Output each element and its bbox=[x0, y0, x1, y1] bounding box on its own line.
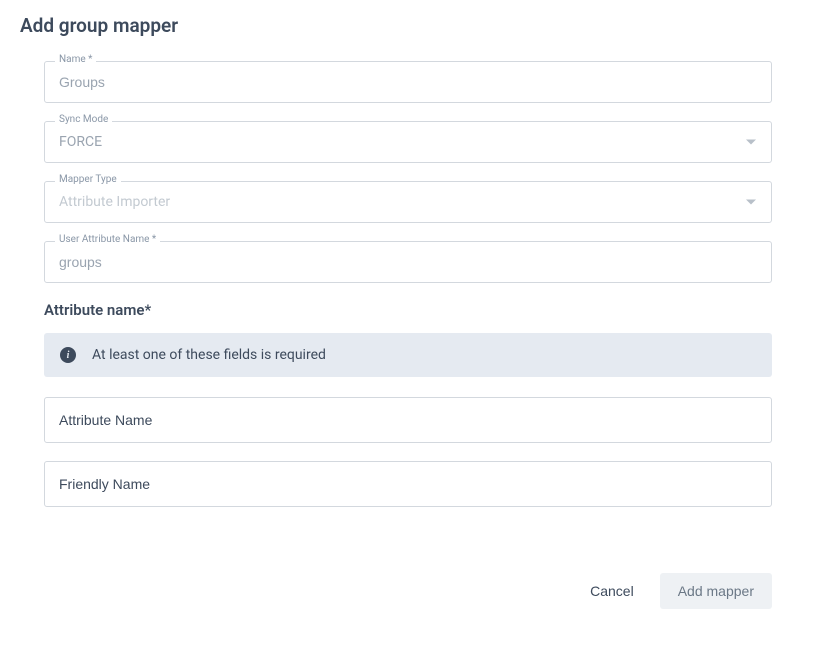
form-container: Name * Sync Mode FORCE Mapper Type Attri… bbox=[20, 61, 796, 609]
user-attribute-name-input[interactable] bbox=[44, 241, 772, 283]
actions-bar: Cancel Add mapper bbox=[44, 573, 772, 609]
add-mapper-button[interactable]: Add mapper bbox=[660, 573, 772, 609]
user-attribute-name-label: User Attribute Name * bbox=[55, 234, 160, 245]
info-text: At least one of these fields is required bbox=[92, 347, 326, 363]
info-banner: i At least one of these fields is requir… bbox=[44, 333, 772, 377]
name-field-wrapper: Name * bbox=[44, 61, 772, 103]
name-label: Name * bbox=[55, 54, 96, 65]
attribute-name-section-label: Attribute name* bbox=[44, 301, 772, 319]
mapper-type-label: Mapper Type bbox=[55, 174, 121, 185]
info-icon: i bbox=[60, 347, 76, 363]
sync-mode-label: Sync Mode bbox=[55, 114, 112, 125]
name-input[interactable] bbox=[44, 61, 772, 103]
user-attribute-name-field-wrapper: User Attribute Name * bbox=[44, 241, 772, 283]
sync-mode-select[interactable]: FORCE bbox=[44, 121, 772, 163]
cancel-button[interactable]: Cancel bbox=[572, 573, 652, 609]
mapper-type-field-wrapper: Mapper Type Attribute Importer bbox=[44, 181, 772, 223]
mapper-type-select: Attribute Importer bbox=[44, 181, 772, 223]
page-title: Add group mapper bbox=[20, 14, 796, 37]
attribute-name-input[interactable] bbox=[44, 397, 772, 443]
sync-mode-field-wrapper: Sync Mode FORCE bbox=[44, 121, 772, 163]
friendly-name-input[interactable] bbox=[44, 461, 772, 507]
